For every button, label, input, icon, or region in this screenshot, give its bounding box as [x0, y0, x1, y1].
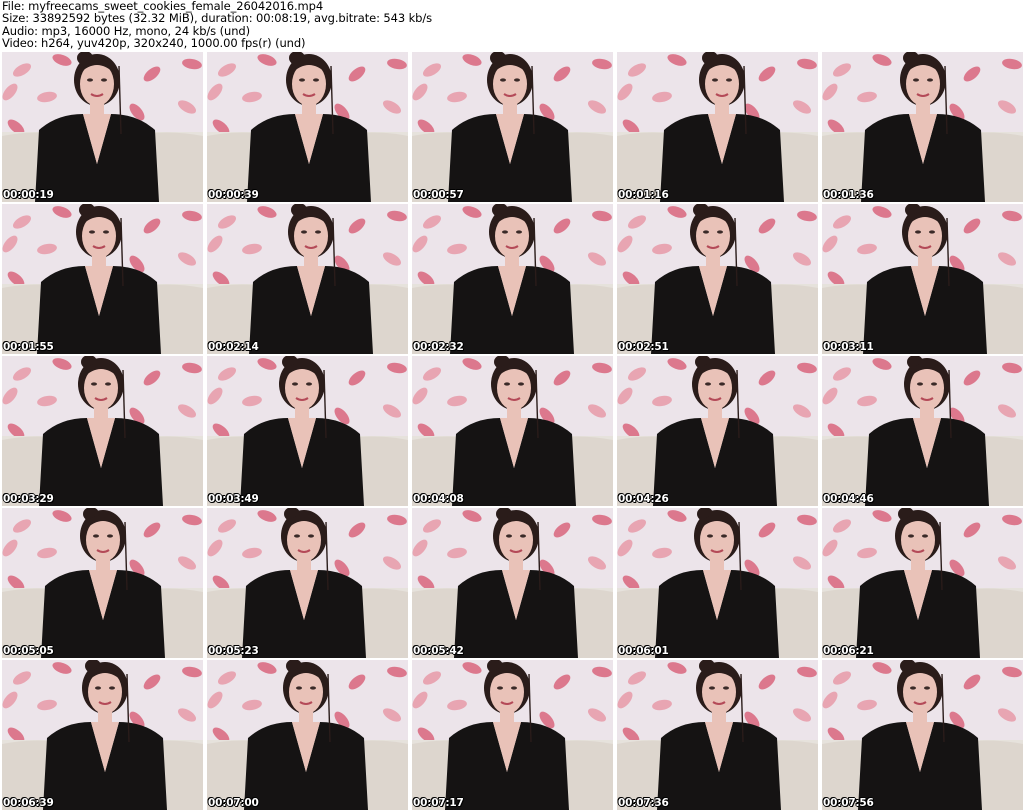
- webcam-frame-image: [207, 508, 408, 658]
- webcam-frame-image: [617, 52, 818, 202]
- timestamp-label: 00:06:21: [823, 645, 874, 657]
- webcam-frame-image: [2, 356, 203, 506]
- webcam-frame-image: [412, 52, 613, 202]
- thumbnail-frame: 00:07:17: [412, 660, 613, 810]
- timestamp-label: 00:01:55: [3, 341, 54, 353]
- timestamp-label: 00:07:00: [208, 797, 259, 809]
- webcam-frame-image: [2, 508, 203, 658]
- timestamp-label: 00:00:57: [413, 189, 464, 201]
- timestamp-label: 00:01:36: [823, 189, 874, 201]
- timestamp-label: 00:04:26: [618, 493, 669, 505]
- thumbnail-frame: 00:03:11: [822, 204, 1023, 354]
- webcam-frame-image: [617, 508, 818, 658]
- timestamp-label: 00:05:23: [208, 645, 259, 657]
- webcam-frame-image: [412, 356, 613, 506]
- thumbnail-frame: 00:04:08: [412, 356, 613, 506]
- thumbnail-frame: 00:07:00: [207, 660, 408, 810]
- video-info-line: Video: h264, yuv420p, 320x240, 1000.00 f…: [2, 36, 306, 51]
- thumbnail-frame: 00:00:19: [2, 52, 203, 202]
- timestamp-label: 00:02:51: [618, 341, 669, 353]
- thumbnail-frame: 00:02:51: [617, 204, 818, 354]
- thumbnail-frame: 00:06:21: [822, 508, 1023, 658]
- thumbnail-frame: 00:02:32: [412, 204, 613, 354]
- thumbnail-frame: 00:00:57: [412, 52, 613, 202]
- webcam-frame-image: [2, 660, 203, 810]
- thumbnail-frame: 00:03:29: [2, 356, 203, 506]
- timestamp-label: 00:00:39: [208, 189, 259, 201]
- webcam-frame-image: [822, 356, 1023, 506]
- thumbnail-frame: 00:04:26: [617, 356, 818, 506]
- webcam-frame-image: [822, 52, 1023, 202]
- thumbnail-frame: 00:07:56: [822, 660, 1023, 810]
- webcam-frame-image: [617, 660, 818, 810]
- file-size-line: Size: 33892592 bytes (32.32 MiB), durati…: [2, 11, 433, 26]
- timestamp-label: 00:06:39: [3, 797, 54, 809]
- webcam-frame-image: [207, 204, 408, 354]
- webcam-frame-image: [822, 660, 1023, 810]
- timestamp-label: 00:02:14: [208, 341, 259, 353]
- webcam-frame-image: [2, 52, 203, 202]
- thumbnail-frame: 00:06:39: [2, 660, 203, 810]
- webcam-frame-image: [412, 508, 613, 658]
- file-info-header: File: myfreecams_sweet_cookies_female_26…: [0, 0, 1024, 50]
- webcam-frame-image: [2, 204, 203, 354]
- webcam-frame-image: [617, 356, 818, 506]
- timestamp-label: 00:06:01: [618, 645, 669, 657]
- thumbnail-frame: 00:06:01: [617, 508, 818, 658]
- webcam-frame-image: [207, 52, 408, 202]
- timestamp-label: 00:01:16: [618, 189, 669, 201]
- timestamp-label: 00:07:36: [618, 797, 669, 809]
- thumbnail-frame: 00:02:14: [207, 204, 408, 354]
- timestamp-label: 00:05:05: [3, 645, 54, 657]
- webcam-frame-image: [207, 660, 408, 810]
- thumbnail-frame: 00:01:55: [2, 204, 203, 354]
- webcam-frame-image: [412, 204, 613, 354]
- thumbnail-frame: 00:07:36: [617, 660, 818, 810]
- timestamp-label: 00:03:49: [208, 493, 259, 505]
- thumbnail-frame: 00:04:46: [822, 356, 1023, 506]
- timestamp-label: 00:00:19: [3, 189, 54, 201]
- timestamp-label: 00:04:46: [823, 493, 874, 505]
- webcam-frame-image: [617, 204, 818, 354]
- webcam-frame-image: [822, 508, 1023, 658]
- webcam-frame-image: [412, 660, 613, 810]
- thumbnail-frame: 00:05:23: [207, 508, 408, 658]
- webcam-frame-image: [207, 356, 408, 506]
- timestamp-label: 00:03:11: [823, 341, 874, 353]
- thumbnail-frame: 00:05:05: [2, 508, 203, 658]
- timestamp-label: 00:07:17: [413, 797, 464, 809]
- thumbnail-grid: 00:00:19 00:00:39 00:00:57 00:01:16 00:0…: [2, 52, 1023, 811]
- timestamp-label: 00:05:42: [413, 645, 464, 657]
- thumbnail-frame: 00:03:49: [207, 356, 408, 506]
- webcam-frame-image: [822, 204, 1023, 354]
- thumbnail-frame: 00:01:36: [822, 52, 1023, 202]
- timestamp-label: 00:03:29: [3, 493, 54, 505]
- thumbnail-frame: 00:05:42: [412, 508, 613, 658]
- timestamp-label: 00:04:08: [413, 493, 464, 505]
- timestamp-label: 00:07:56: [823, 797, 874, 809]
- thumbnail-frame: 00:00:39: [207, 52, 408, 202]
- thumbnail-frame: 00:01:16: [617, 52, 818, 202]
- timestamp-label: 00:02:32: [413, 341, 464, 353]
